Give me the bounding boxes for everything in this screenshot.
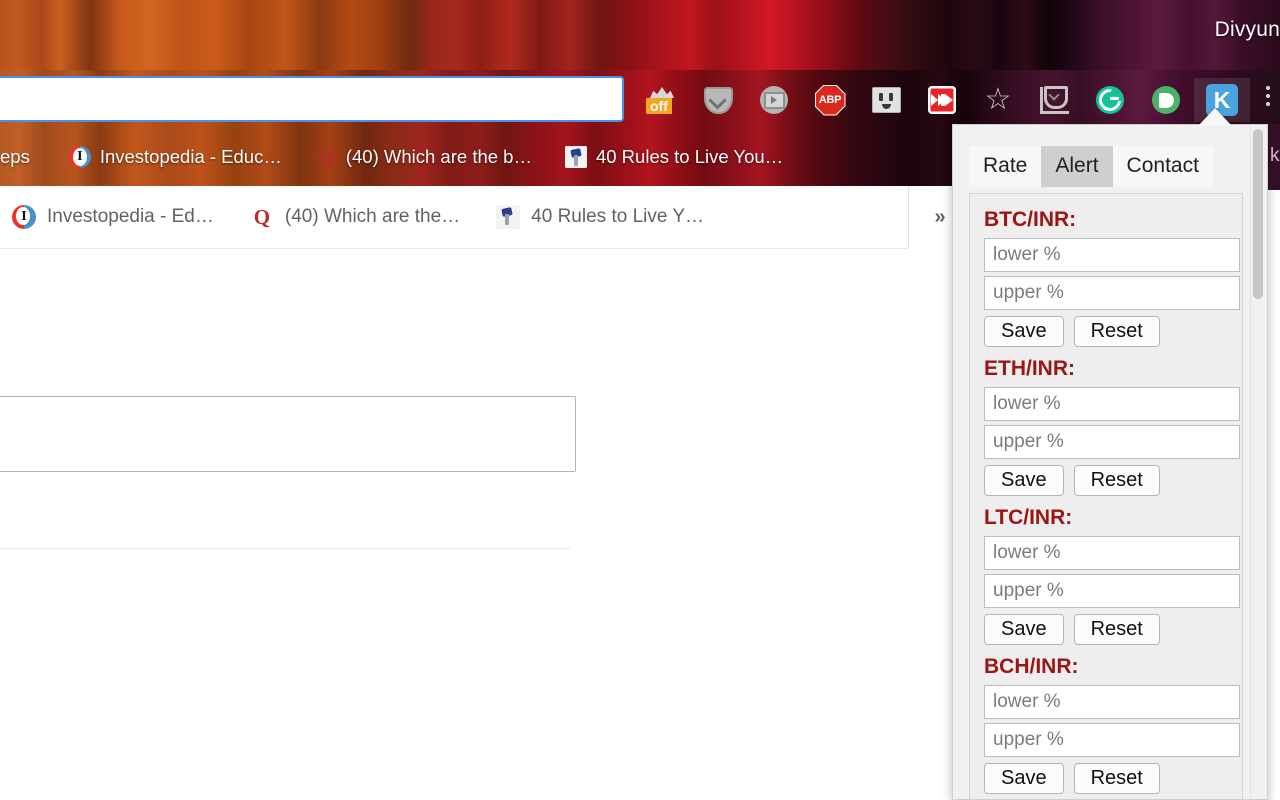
bookmark-item[interactable]: Investopedia - Educ… bbox=[41, 140, 293, 174]
momentum-extension-button[interactable]: off bbox=[634, 78, 690, 122]
bch-save-button[interactable]: Save bbox=[984, 763, 1064, 794]
bookmark-label: 40 Rules to Live You… bbox=[595, 146, 784, 167]
alert-panel: BTC/INR: Save Reset ETH/INR: Save Reset … bbox=[969, 193, 1243, 799]
star-outline-icon: ☆ bbox=[984, 83, 1012, 116]
ltc-lower-input[interactable] bbox=[984, 536, 1240, 570]
photo-favicon bbox=[564, 146, 587, 168]
extension-toolbar: off ABP ☆ K bbox=[634, 78, 1250, 122]
search-input[interactable] bbox=[0, 396, 576, 472]
ltc-upper-input[interactable] bbox=[984, 574, 1240, 608]
socket-icon bbox=[871, 87, 901, 113]
abp-octagon-icon: ABP bbox=[814, 84, 846, 116]
popup-scrollbar[interactable] bbox=[1250, 125, 1266, 799]
save-to-pocket-extension-button[interactable] bbox=[1026, 78, 1082, 122]
investopedia-favicon bbox=[12, 205, 36, 229]
pair-title-eth: ETH/INR: bbox=[984, 357, 1075, 380]
btc-reset-button[interactable]: Reset bbox=[1073, 316, 1160, 347]
window-title: Divyun bbox=[1214, 18, 1280, 41]
video-play-icon bbox=[760, 86, 788, 114]
eth-reset-button[interactable]: Reset bbox=[1073, 465, 1160, 496]
investopedia-favicon bbox=[68, 146, 91, 168]
quora-favicon: Q bbox=[253, 204, 271, 229]
list-item[interactable]: Investopedia - Ed… bbox=[0, 205, 228, 229]
bookmark-star-extension-button[interactable]: ☆ bbox=[970, 78, 1026, 122]
ltc-reset-button[interactable]: Reset bbox=[1073, 614, 1160, 645]
koinex-extension-popup: Rate Alert Contact BTC/INR: Save Reset E… bbox=[952, 124, 1268, 800]
tab-label-partial: k bbox=[1270, 145, 1280, 166]
divider bbox=[0, 548, 570, 549]
quora-favicon: Q bbox=[317, 144, 335, 169]
btc-upper-input[interactable] bbox=[984, 276, 1240, 310]
bch-lower-input[interactable] bbox=[984, 685, 1240, 719]
fast-forward-icon bbox=[928, 86, 956, 114]
bookmark-item[interactable]: 40 Rules to Live You… bbox=[543, 140, 794, 174]
list-item-label: 40 Rules to Live Y… bbox=[531, 206, 705, 227]
eth-upper-input[interactable] bbox=[984, 425, 1240, 459]
ltc-save-button[interactable]: Save bbox=[984, 614, 1064, 645]
pocket-extension-button[interactable] bbox=[690, 78, 746, 122]
btc-button-row: Save Reset bbox=[984, 316, 1228, 347]
page-bookmark-strip: Investopedia - Ed… Q (40) Which are the…… bbox=[0, 186, 908, 249]
bch-button-row: Save Reset bbox=[984, 763, 1228, 794]
tab-contact[interactable]: Contact bbox=[1112, 146, 1213, 187]
address-bar-input[interactable] bbox=[0, 76, 624, 122]
popup-scrollbar-thumb[interactable] bbox=[1253, 129, 1263, 299]
page-right-edge bbox=[1268, 190, 1280, 800]
browser-window: Divyun off ABP ☆ K eps I Investopedia - … bbox=[0, 0, 1280, 800]
three-dots-vertical-icon[interactable] bbox=[1266, 86, 1270, 106]
abp-label: ABP bbox=[818, 94, 842, 106]
eth-lower-input[interactable] bbox=[984, 387, 1240, 421]
power-socket-extension-button[interactable] bbox=[858, 78, 914, 122]
pair-title-btc: BTC/INR: bbox=[984, 208, 1077, 231]
pair-title-bch: BCH/INR: bbox=[984, 655, 1079, 678]
pushbullet-extension-button[interactable] bbox=[1138, 78, 1194, 122]
crown-icon: off bbox=[646, 85, 677, 115]
bookmark-label: (40) Which are the b… bbox=[345, 146, 532, 167]
list-item-label: Investopedia - Ed… bbox=[47, 206, 214, 227]
fast-forward-extension-button[interactable] bbox=[914, 78, 970, 122]
pushbullet-icon bbox=[1152, 86, 1180, 114]
bookmark-item[interactable]: eps bbox=[0, 140, 41, 174]
bookmark-item[interactable]: Q (40) Which are the b… bbox=[293, 140, 543, 174]
momentum-off-badge: off bbox=[646, 98, 672, 114]
btc-lower-input[interactable] bbox=[984, 238, 1240, 272]
adblock-plus-extension-button[interactable]: ABP bbox=[802, 78, 858, 122]
grammarly-extension-button[interactable] bbox=[1082, 78, 1138, 122]
bookmark-label: Investopedia - Educ… bbox=[99, 146, 282, 167]
popup-pointer-arrow bbox=[1198, 108, 1232, 126]
save-bracket-icon bbox=[1040, 86, 1069, 114]
eth-save-button[interactable]: Save bbox=[984, 465, 1064, 496]
pair-title-ltc: LTC/INR: bbox=[984, 506, 1073, 529]
grammarly-g-icon bbox=[1094, 84, 1126, 116]
list-item[interactable]: Q (40) Which are the… bbox=[228, 205, 474, 229]
list-item[interactable]: 40 Rules to Live Y… bbox=[474, 205, 718, 229]
ltc-button-row: Save Reset bbox=[984, 614, 1228, 645]
bch-upper-input[interactable] bbox=[984, 723, 1240, 757]
photo-favicon bbox=[496, 205, 521, 229]
pocket-chevron-icon bbox=[703, 86, 733, 114]
video-downloader-extension-button[interactable] bbox=[746, 78, 802, 122]
bch-reset-button[interactable]: Reset bbox=[1073, 763, 1160, 794]
popup-tabs: Rate Alert Contact bbox=[969, 146, 1213, 187]
list-item-label: (40) Which are the… bbox=[284, 206, 461, 227]
btc-save-button[interactable]: Save bbox=[984, 316, 1064, 347]
tab-rate[interactable]: Rate bbox=[969, 146, 1042, 187]
bookmark-label: eps bbox=[0, 146, 30, 167]
tab-alert[interactable]: Alert bbox=[1041, 146, 1113, 187]
eth-button-row: Save Reset bbox=[984, 465, 1228, 496]
